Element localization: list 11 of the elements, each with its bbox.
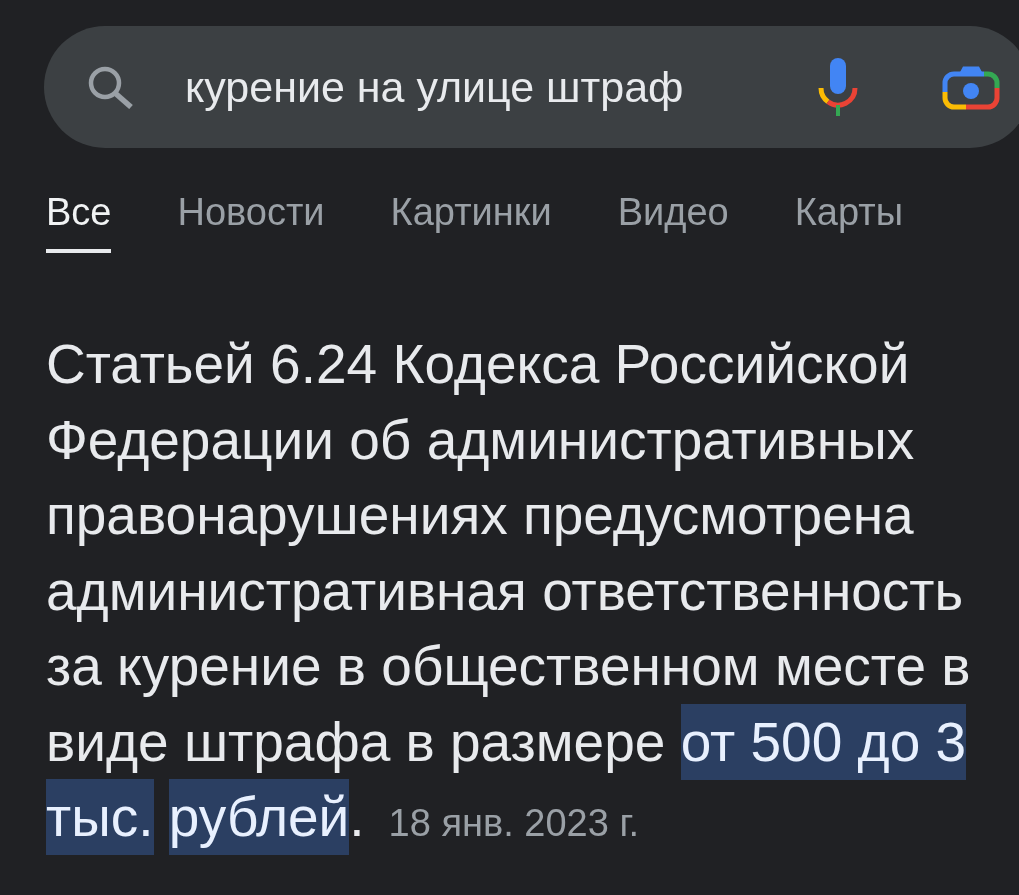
tab[interactable]: Все [46, 189, 112, 253]
search-bar[interactable]: курение на улице штраф [44, 26, 1019, 148]
tab[interactable]: Видео [617, 189, 729, 253]
tab[interactable]: Карты [794, 189, 903, 253]
search-query[interactable]: курение на улице штраф [185, 54, 684, 120]
camera-icon[interactable] [942, 64, 1000, 110]
answer-text: Статьей 6.24 Кодекса Российской Федерации об административных правонарушениях предусмотрена административная ответственность за курение в общественном месте в виде штрафа в размере от 500 до 3 тыс. рублей. 18 янв. 2023 г. [46, 327, 996, 862]
microphone-icon[interactable] [818, 58, 858, 116]
tab[interactable]: Новости [177, 189, 325, 253]
tab[interactable]: Картинки [390, 189, 552, 253]
search-icon[interactable] [87, 65, 133, 109]
